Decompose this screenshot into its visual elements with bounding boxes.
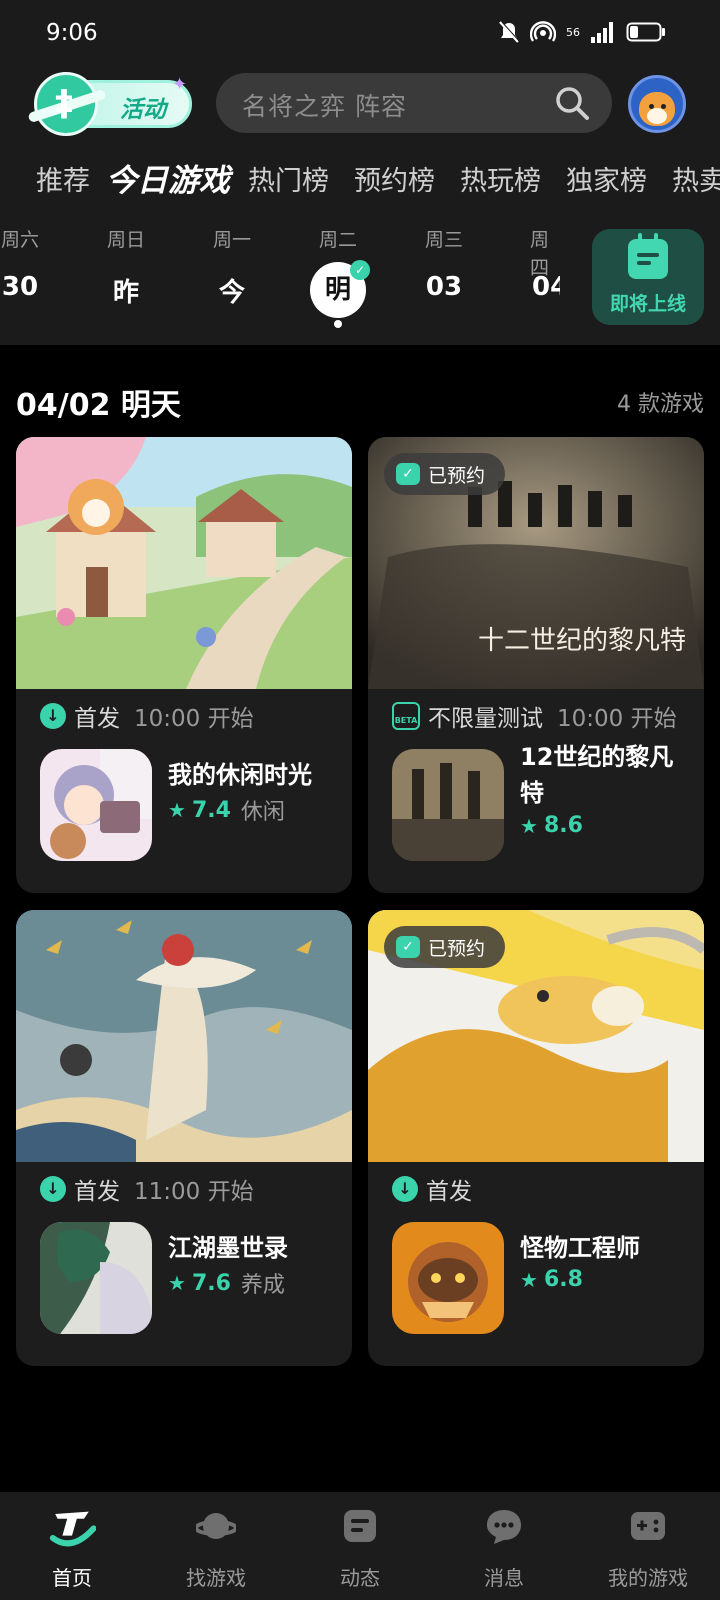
heart-check-icon: ✓ bbox=[396, 936, 420, 958]
game-card[interactable]: ↓ 首发 11:00 开始 江湖墨世录 ★ 7.6 养成 bbox=[16, 910, 352, 1366]
signal-icon bbox=[591, 22, 613, 43]
search-placeholder: 名将之弈 阵容 bbox=[242, 92, 407, 121]
activity-label: 活动 bbox=[120, 97, 166, 123]
nav-home[interactable]: 首页 bbox=[0, 1492, 144, 1600]
beta-icon: BETA bbox=[392, 702, 420, 730]
nav-messages[interactable]: 消息 bbox=[432, 1492, 576, 1600]
game-rating: ★ 8.6 bbox=[520, 813, 583, 838]
sparkle-icon: ✦ bbox=[172, 74, 188, 95]
tab-recommend[interactable]: 推荐 bbox=[36, 159, 90, 198]
release-info: ↓ 首发 10:00 开始 bbox=[40, 699, 254, 733]
nav-find-games[interactable]: 找游戏 bbox=[144, 1492, 288, 1600]
gamepad-icon bbox=[631, 1512, 665, 1540]
reserved-badge: ✓ 已预约 bbox=[384, 453, 506, 495]
reserved-badge: ✓ 已预约 bbox=[384, 926, 506, 968]
tab-hot-play[interactable]: 热玩榜 bbox=[460, 159, 541, 198]
status-icons: 56 bbox=[498, 20, 666, 44]
game-count: 4 款游戏 bbox=[617, 392, 704, 417]
check-icon: ✓ bbox=[350, 260, 370, 280]
release-info: ↓ 首发 11:00 开始 bbox=[40, 1172, 254, 1206]
release-info: ↓ 首发 bbox=[392, 1172, 472, 1206]
game-icon[interactable] bbox=[40, 749, 152, 861]
feed-icon bbox=[344, 1510, 376, 1542]
day-sat[interactable]: 周六 30 bbox=[0, 226, 60, 304]
activity-button[interactable]: ‡ 活动 ✦ bbox=[32, 70, 192, 138]
section-title: 04/02 明天 bbox=[16, 388, 181, 423]
game-art bbox=[16, 910, 352, 1162]
tab-today-games[interactable]: 今日游戏 bbox=[106, 155, 230, 202]
game-icon[interactable] bbox=[392, 1222, 504, 1334]
mute-bell-icon bbox=[499, 21, 520, 43]
star-icon: ★ bbox=[520, 813, 538, 838]
game-name: 我的休闲时光 bbox=[168, 761, 312, 789]
nav-feed[interactable]: 动态 bbox=[288, 1492, 432, 1600]
game-rating: ★ 7.4 休闲 bbox=[168, 797, 285, 826]
day-wed[interactable]: 周三 03 bbox=[404, 226, 484, 304]
chat-bubble-icon bbox=[487, 1510, 521, 1544]
clock: 9:06 bbox=[46, 20, 98, 46]
battery-icon bbox=[626, 22, 665, 42]
day-mon[interactable]: 周一 今 bbox=[192, 226, 272, 308]
star-icon: ★ bbox=[168, 1271, 186, 1295]
star-icon: ★ bbox=[168, 798, 186, 822]
game-name: 江湖墨世录 bbox=[168, 1234, 288, 1262]
day-sun[interactable]: 周日 昨 bbox=[86, 226, 166, 308]
home-logo-icon bbox=[49, 1511, 96, 1547]
heart-check-icon: ✓ bbox=[396, 463, 420, 485]
tab-exclusive[interactable]: 独家榜 bbox=[566, 159, 647, 198]
search-bar[interactable]: 名将之弈 阵容 bbox=[216, 73, 612, 133]
category-tabs: 推荐 今日游戏 热门榜 预约榜 热玩榜 独家榜 热卖 bbox=[0, 155, 720, 203]
game-art bbox=[16, 437, 352, 689]
download-icon: ↓ bbox=[40, 1176, 66, 1202]
nav-my-games[interactable]: 我的游戏 bbox=[576, 1492, 720, 1600]
game-rating: ★ 7.6 养成 bbox=[168, 1270, 285, 1299]
star-icon: ★ bbox=[520, 1267, 538, 1292]
download-icon: ↓ bbox=[40, 703, 66, 729]
svg-text:十二世纪的黎凡特: 十二世纪的黎凡特 bbox=[478, 626, 686, 656]
hotspot-icon bbox=[530, 21, 556, 42]
game-rating: ★ 6.8 bbox=[520, 1267, 583, 1292]
game-card[interactable]: 十二世纪的黎凡特 ✓ 已预约 BETA 不限量测试 10:00 开始 12世纪的… bbox=[368, 437, 704, 893]
search-icon[interactable] bbox=[554, 85, 590, 121]
user-avatar[interactable] bbox=[628, 75, 686, 133]
bottom-nav: 首页 找游戏 动态 消息 我的游戏 bbox=[0, 1492, 720, 1600]
tab-hot-sale[interactable]: 热卖 bbox=[672, 159, 720, 198]
download-icon: ↓ bbox=[392, 1176, 418, 1202]
planet-icon bbox=[196, 1513, 236, 1539]
calendar-icon bbox=[628, 233, 668, 279]
day-thu[interactable]: 周四 04 bbox=[510, 226, 560, 304]
tab-reserve[interactable]: 预约榜 bbox=[354, 159, 435, 198]
game-card[interactable]: ↓ 首发 10:00 开始 我的休闲时光 ★ 7.4 休闲 bbox=[16, 437, 352, 893]
game-icon[interactable] bbox=[392, 749, 504, 861]
status-bar: 9:06 56 bbox=[0, 0, 720, 64]
game-icon[interactable] bbox=[40, 1222, 152, 1334]
game-name: 12世纪的黎凡特 bbox=[520, 743, 674, 807]
day-tue-selected[interactable]: 周二 明 ✓ bbox=[298, 226, 378, 328]
header-area: 9:06 56 ‡ 活动 ✦ 名将之弈 阵容 推荐 今日游戏 热门榜 预约榜 热… bbox=[0, 0, 720, 345]
selected-dot bbox=[334, 320, 342, 328]
release-info: BETA 不限量测试 10:00 开始 bbox=[392, 699, 677, 733]
date-strip: 周六 30 周日 昨 周一 今 周二 明 ✓ 周三 03 周四 04 即将上线 bbox=[0, 226, 720, 331]
planet-logo-icon: ‡ bbox=[34, 72, 98, 136]
tab-hot[interactable]: 热门榜 bbox=[248, 159, 329, 198]
game-name: 怪物工程师 bbox=[520, 1234, 640, 1262]
game-card[interactable]: ✓ 已预约 ↓ 首发 怪物工程师 ★ 6.8 bbox=[368, 910, 704, 1366]
network-type: 56 bbox=[566, 25, 580, 39]
top-bar: ‡ 活动 ✦ 名将之弈 阵容 bbox=[0, 70, 720, 138]
coming-soon-button[interactable]: 即将上线 bbox=[592, 229, 704, 325]
